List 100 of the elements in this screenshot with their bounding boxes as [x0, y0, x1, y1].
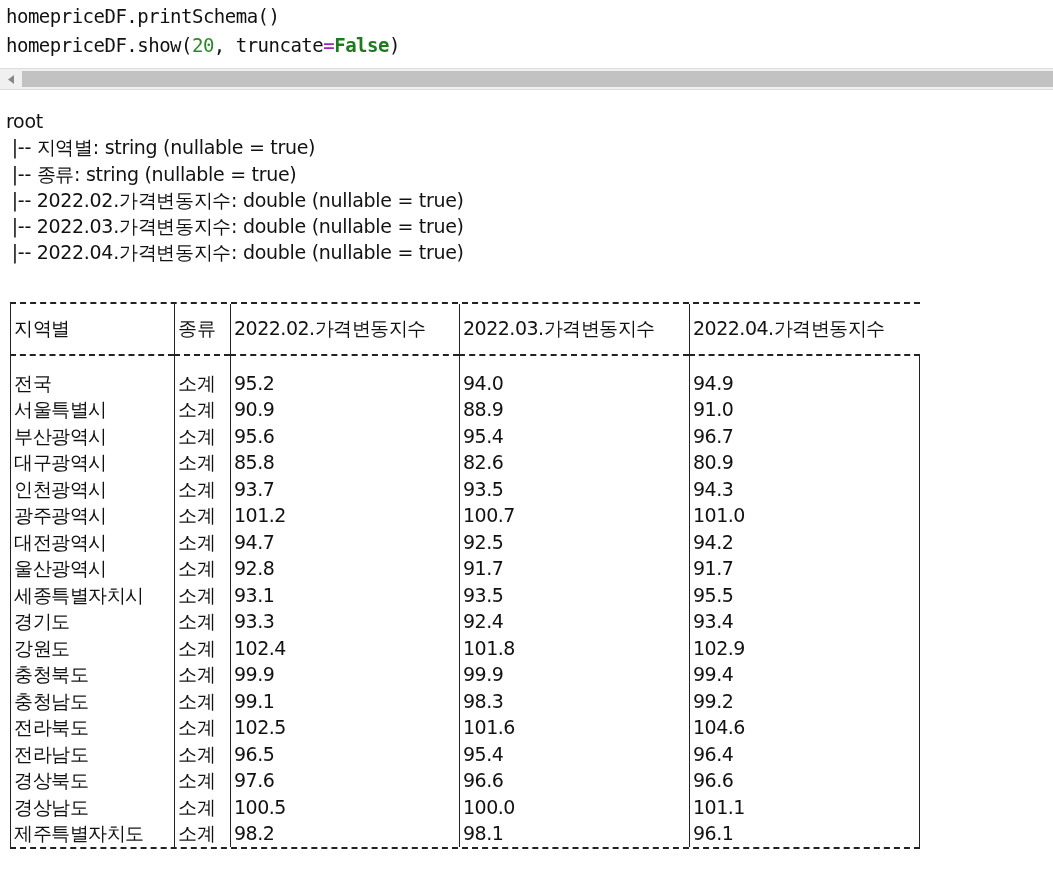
- table-cell: 강원도: [10, 634, 174, 662]
- table-cell: 80.9: [689, 449, 920, 476]
- table-cell: 93.1: [230, 581, 459, 609]
- schema-line: root: [6, 109, 44, 134]
- table-cell: 98.2: [230, 820, 459, 847]
- table-cell: 91.0: [689, 396, 920, 423]
- table-cell: 소계: [174, 581, 230, 609]
- column-header: 종류: [174, 303, 230, 356]
- table-cell: 92.8: [230, 555, 459, 582]
- table-cell: 96.6: [459, 767, 689, 794]
- table-cell: 소계: [174, 767, 230, 794]
- table-cell: 부산광역시: [10, 422, 174, 450]
- schema-line: |-- 지역별: string (nullable = true): [10, 135, 317, 161]
- schema-line: |-- 2022.04.가격변동지수: double (nullable = true): [10, 240, 465, 266]
- code-line: homepriceDF.show(20, truncate=False): [6, 33, 401, 58]
- column-header: 2022.03.가격변동지수: [459, 303, 689, 356]
- table-cell: 경상남도: [10, 793, 174, 821]
- table-cell: 99.9: [230, 661, 459, 688]
- table-cell: 경상북도: [10, 767, 174, 794]
- table-cell: 94.0: [459, 355, 689, 397]
- code-line: homepriceDF.printSchema(): [6, 4, 281, 29]
- code-cell[interactable]: homepriceDF.printSchema() homepriceDF.show(20, truncate=False): [0, 0, 1053, 60]
- scrollbar-thumb[interactable]: [22, 71, 1053, 87]
- table-cell: 95.6: [230, 422, 459, 450]
- table-cell: 101.8: [459, 634, 689, 662]
- table-cell: 94.7: [230, 528, 459, 556]
- table-cell: 94.9: [689, 355, 920, 397]
- table-cell: 98.1: [459, 820, 689, 847]
- table-cell: 소계: [174, 634, 230, 662]
- table-cell: 소계: [174, 608, 230, 635]
- table-cell: 88.9: [459, 396, 689, 423]
- column-header: 지역별: [10, 303, 174, 356]
- table-cell: 96.1: [689, 820, 920, 847]
- table-cell: 100.7: [459, 502, 689, 529]
- table-cell: 소계: [174, 422, 230, 450]
- table-cell: 울산광역시: [10, 555, 174, 582]
- table-cell: 85.8: [230, 449, 459, 476]
- table-cell: 소계: [174, 355, 230, 397]
- table-cell: 소계: [174, 820, 230, 847]
- schema-line: |-- 종류: string (nullable = true): [10, 161, 298, 187]
- column-header: 2022.04.가격변동지수: [689, 303, 920, 356]
- table-cell: 93.5: [459, 475, 689, 503]
- schema-line: |-- 2022.03.가격변동지수: double (nullable = true): [10, 214, 465, 240]
- table-cell: 94.3: [689, 475, 920, 503]
- table-cell: 102.5: [230, 714, 459, 741]
- table-cell: 102.4: [230, 634, 459, 662]
- table-cell: 대전광역시: [10, 528, 174, 556]
- table-cell: 90.9: [230, 396, 459, 423]
- table-cell: 소계: [174, 502, 230, 529]
- table-cell: 95.2: [230, 355, 459, 397]
- table-cell: 소계: [174, 396, 230, 423]
- table-cell: 99.2: [689, 687, 920, 715]
- table-cell: 92.4: [459, 608, 689, 635]
- table-cell: 전라남도: [10, 740, 174, 768]
- table-cell: 99.9: [459, 661, 689, 688]
- table-cell: 99.1: [230, 687, 459, 715]
- table-cell: 82.6: [459, 449, 689, 476]
- table-cell: 98.3: [459, 687, 689, 715]
- table-cell: 충청북도: [10, 661, 174, 688]
- table-cell: 101.1: [689, 793, 920, 821]
- table-cell: 101.6: [459, 714, 689, 741]
- table-cell: 91.7: [689, 555, 920, 582]
- table-cell: 91.7: [459, 555, 689, 582]
- table-cell: 소계: [174, 740, 230, 768]
- table-cell: 99.4: [689, 661, 920, 688]
- table-cell: 소계: [174, 714, 230, 741]
- table-cell: 인천광역시: [10, 475, 174, 503]
- table-cell: 광주광역시: [10, 502, 174, 529]
- table-cell: 96.7: [689, 422, 920, 450]
- table-cell: 100.0: [459, 793, 689, 821]
- table-cell: 93.3: [230, 608, 459, 635]
- table-cell: 전라북도: [10, 714, 174, 741]
- table-cell: 소계: [174, 661, 230, 688]
- table-cell: 96.5: [230, 740, 459, 768]
- table-cell: 94.2: [689, 528, 920, 556]
- table-cell: 95.4: [459, 740, 689, 768]
- table-cell: 대구광역시: [10, 449, 174, 476]
- table-cell: 세종특별자치시: [10, 581, 174, 609]
- table-cell: 소계: [174, 449, 230, 476]
- table-cell: 경기도: [10, 608, 174, 635]
- table-cell: 93.4: [689, 608, 920, 635]
- scroll-left-icon[interactable]: [8, 74, 14, 84]
- table-cell: 전국: [10, 355, 174, 397]
- table-cell: 서울특별시: [10, 396, 174, 423]
- table-cell: 충청남도: [10, 687, 174, 715]
- table-cell: 소계: [174, 528, 230, 556]
- table-cell: 소계: [174, 687, 230, 715]
- table-cell: 92.5: [459, 528, 689, 556]
- table-cell: 101.0: [689, 502, 920, 529]
- table-cell: 소계: [174, 475, 230, 503]
- table-cell: 소계: [174, 793, 230, 821]
- table-cell: 93.5: [459, 581, 689, 609]
- table-cell: 95.4: [459, 422, 689, 450]
- schema-line: |-- 2022.02.가격변동지수: double (nullable = true): [10, 187, 465, 214]
- table-cell: 102.9: [689, 634, 920, 662]
- column-header: 2022.02.가격변동지수: [230, 303, 459, 356]
- horizontal-scrollbar[interactable]: [0, 68, 1053, 90]
- table-cell: 96.6: [689, 767, 920, 794]
- table-cell: 101.2: [230, 502, 459, 529]
- table-cell: 104.6: [689, 714, 920, 741]
